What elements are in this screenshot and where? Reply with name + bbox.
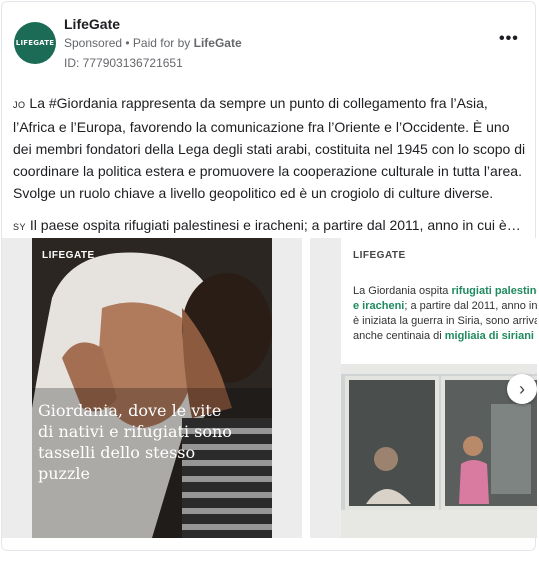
flag-syria: SY (13, 222, 27, 232)
embrace-photo (32, 238, 272, 538)
slide-2-t1: La Giordania ospita (353, 285, 452, 297)
slide-2-text: La Giordania ospita rifugiati palestines… (353, 284, 537, 344)
slide-1-photo: LIFEGATE (32, 238, 272, 538)
sponsored-label: Sponsored (64, 36, 123, 50)
ad-paragraph-1: JO La #Giordania rappresenta da sempre u… (13, 92, 528, 204)
slide-1-brand: LIFEGATE (42, 250, 95, 261)
more-options-icon[interactable]: ••• (499, 30, 519, 48)
slide-2-t3: e iracheni (353, 300, 405, 312)
advertiser-logo[interactable]: LIFEGATE (14, 22, 56, 64)
slide-2-t6: anche centinaia di (353, 330, 445, 342)
carousel-slide-1[interactable]: LIFEGATE Giordania, dove le vite di nati… (2, 238, 302, 538)
slide-2-t2: rifugiati palestinesi (451, 285, 537, 297)
paid-for-name[interactable]: LifeGate (194, 36, 242, 50)
ad-paragraph-2: SY Il paese ospita rifugiati palestinesi… (13, 214, 528, 238)
ad-id: ID: 777903136721651 (64, 56, 183, 70)
slide-2-t4: ; a partire dal 2011, anno in cui (404, 300, 537, 312)
slide-2-t5: è iniziata la guerra in Siria, sono arri… (353, 315, 537, 327)
slide-2-brand: LIFEGATE (353, 250, 406, 261)
slide-1-headline: Giordania, dove le vite di nativi e rifu… (38, 401, 232, 483)
chevron-right-icon[interactable]: › (507, 374, 537, 404)
separator: • (122, 36, 133, 50)
ad-body: JO La #Giordania rappresenta da sempre u… (13, 92, 528, 238)
paragraph-2-text: Il paese ospita rifugiati palestinesi e … (26, 217, 521, 233)
ad-card: LIFEGATE LifeGate Sponsored • Paid for b… (1, 1, 537, 551)
advertiser-name[interactable]: LifeGate (64, 16, 120, 32)
slide-2-t7: migliaia di siriani (444, 330, 534, 342)
image-carousel[interactable]: LIFEGATE Giordania, dove le vite di nati… (2, 238, 537, 538)
flag-jordan: JO (13, 100, 26, 110)
carousel-slide-2[interactable]: LIFEGATE La Giordania ospita rifugiati p… (310, 238, 537, 538)
paid-for-prefix: Paid for by (132, 36, 194, 50)
paragraph-1-text: La #Giordania rappresenta da sempre un p… (13, 95, 526, 201)
sponsored-line: Sponsored • Paid for by LifeGate (64, 36, 242, 50)
